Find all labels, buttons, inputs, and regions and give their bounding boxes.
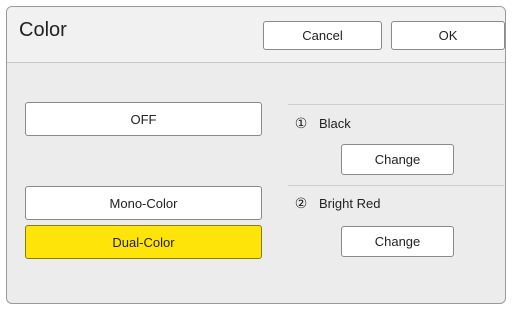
drum-1-number: ① [294, 115, 308, 131]
drum-2-color-name: Bright Red [319, 196, 381, 211]
off-button[interactable]: OFF [25, 102, 262, 136]
drum-2-label: ② Bright Red [293, 195, 381, 212]
drum-2-number: ② [294, 195, 308, 211]
drum-1-label: ① Black [293, 115, 351, 132]
drum-2-change-button[interactable]: Change [341, 226, 454, 257]
divider [288, 104, 504, 105]
ok-button[interactable]: OK [391, 21, 505, 50]
dialog-header: Color Cancel OK [7, 7, 505, 63]
dual-color-button[interactable]: Dual-Color [25, 225, 262, 259]
mono-color-button[interactable]: Mono-Color [25, 186, 262, 220]
divider [288, 185, 504, 186]
drum-1-change-button[interactable]: Change [341, 144, 454, 175]
drum-1-color-name: Black [319, 116, 351, 131]
dialog-title: Color [19, 19, 67, 41]
color-dialog: Color Cancel OK OFF Mono-Color Dual-Colo… [6, 6, 506, 304]
cancel-button[interactable]: Cancel [263, 21, 382, 50]
